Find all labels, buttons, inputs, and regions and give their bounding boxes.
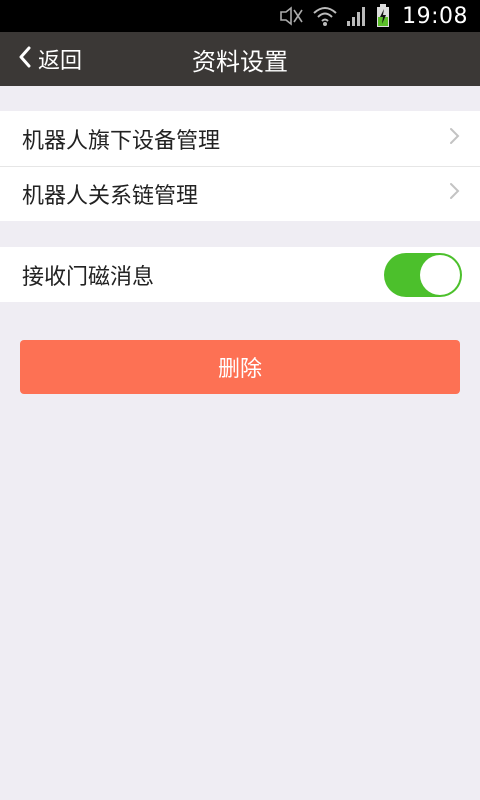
toggle-knob	[420, 254, 460, 295]
signal-icon	[346, 5, 368, 27]
status-bar: 19:08	[0, 0, 480, 32]
mute-icon	[278, 6, 304, 26]
wifi-icon	[312, 5, 338, 27]
settings-group-notifications: 接收门磁消息	[0, 247, 480, 302]
door-sensor-toggle[interactable]	[384, 252, 462, 297]
back-button[interactable]: 返回	[18, 32, 82, 86]
battery-charging-icon	[376, 4, 390, 28]
back-label: 返回	[38, 49, 83, 74]
status-time: 19:08	[402, 3, 468, 29]
nav-bar: 返回 资料设置	[0, 32, 480, 86]
chevron-left-icon	[18, 46, 32, 72]
settings-group-management: 机器人旗下设备管理 机器人关系链管理	[0, 111, 480, 221]
list-item-label: 机器人旗下设备管理	[22, 128, 221, 154]
chevron-right-icon	[448, 126, 462, 152]
list-item-label: 接收门磁消息	[22, 264, 155, 290]
chevron-right-icon	[448, 181, 462, 207]
list-item-robot-relation-management[interactable]: 机器人关系链管理	[0, 166, 480, 221]
delete-button[interactable]: 删除	[20, 340, 460, 394]
list-item-robot-device-management[interactable]: 机器人旗下设备管理	[0, 111, 480, 166]
list-item-label: 机器人关系链管理	[22, 184, 199, 209]
list-item-door-sensor-messages: 接收门磁消息	[0, 247, 480, 302]
